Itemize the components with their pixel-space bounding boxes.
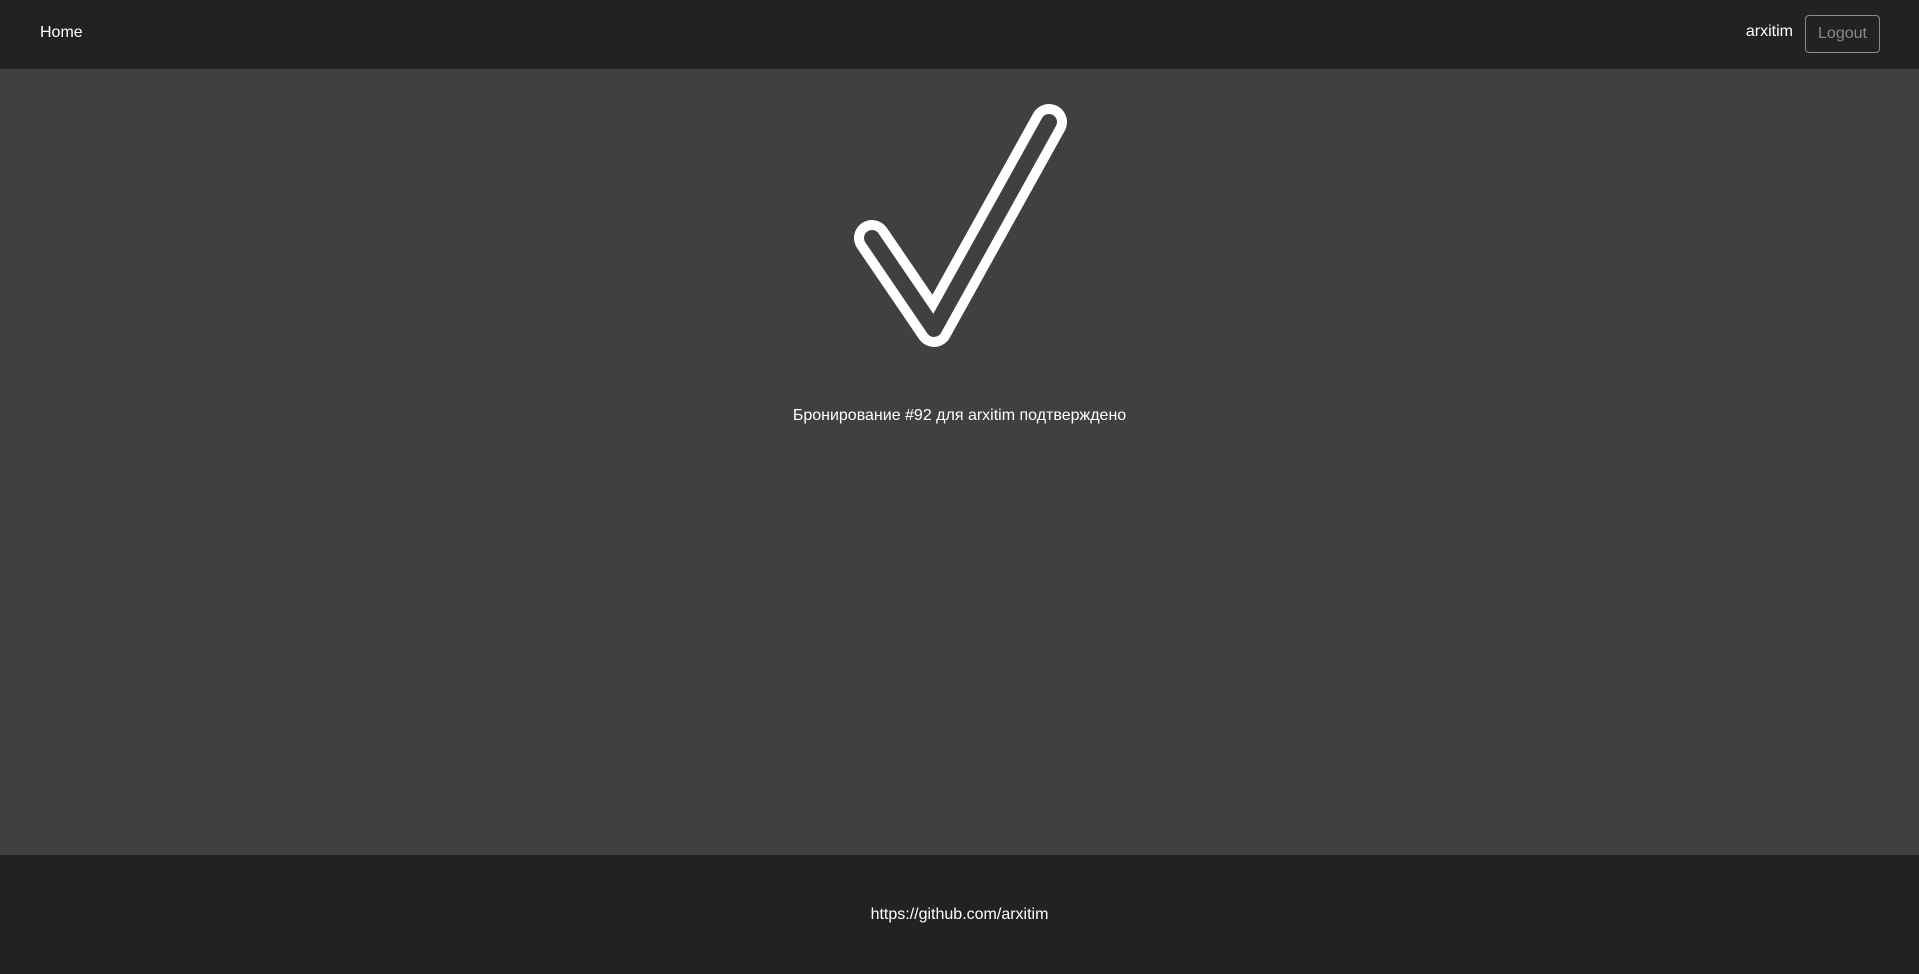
nav-username: arxitim (1745, 23, 1793, 40)
main-content: Бронирование #92 для arxitim подтвержден… (0, 69, 1919, 855)
confirmation-icon-container (850, 100, 1070, 360)
top-navbar: Home arxitim Logout (0, 0, 1919, 69)
logout-button[interactable]: Logout (1805, 15, 1880, 53)
checkmark-icon (854, 104, 1067, 347)
page-footer: https://github.com/arxitim (0, 855, 1919, 974)
nav-user-area: arxitim Logout (1746, 15, 1880, 53)
booking-confirmation-message: Бронирование #92 для arxitim подтвержден… (792, 407, 1127, 424)
github-link[interactable]: https://github.com/arxitim (0, 905, 1919, 925)
nav-home-link[interactable]: Home (40, 23, 83, 43)
